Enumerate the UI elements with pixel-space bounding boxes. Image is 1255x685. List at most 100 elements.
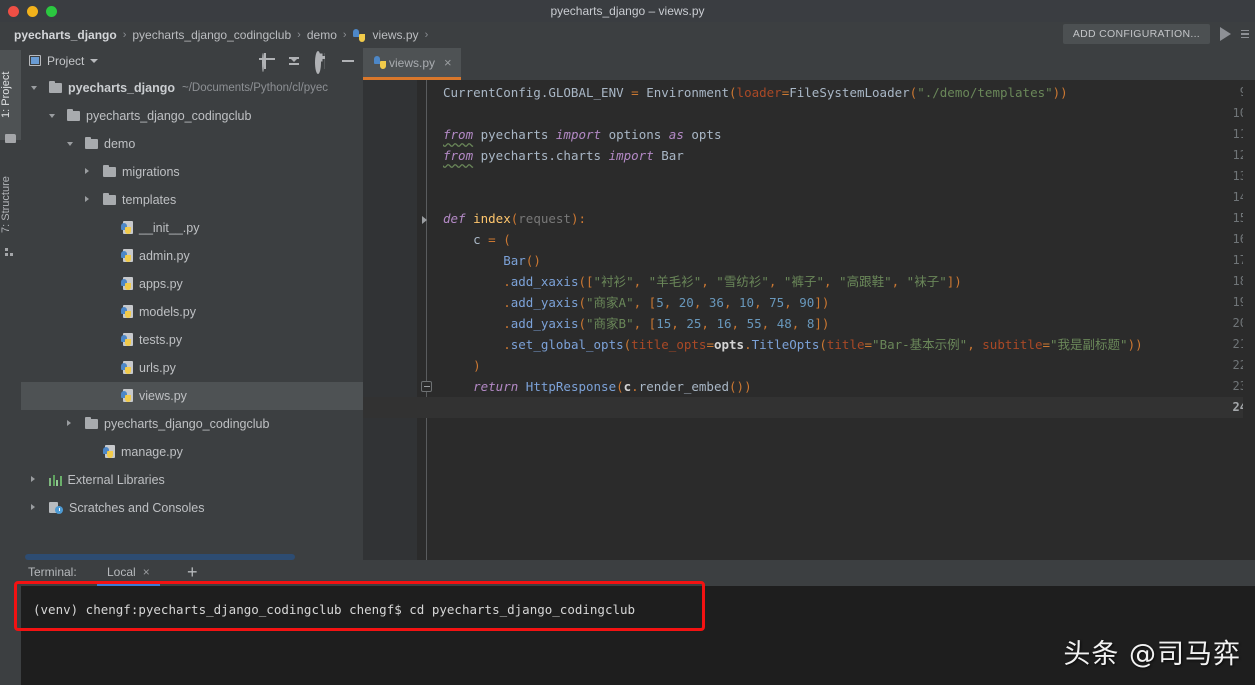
python-file-icon: [121, 249, 134, 263]
chevron-right-icon[interactable]: [31, 476, 35, 482]
project-panel-header: Project: [21, 48, 363, 74]
code-line: from pyecharts.charts import Bar: [443, 148, 684, 163]
line-number: 10: [1232, 106, 1247, 120]
chevron-right-icon: ›: [122, 29, 127, 41]
tree-item-label: pyecharts_django_codingclub: [104, 417, 270, 431]
minimize-icon[interactable]: [341, 54, 355, 68]
tree-item-content: manage.py: [103, 445, 183, 459]
close-icon[interactable]: ×: [143, 565, 150, 579]
tree-item-content: urls.py: [121, 361, 176, 375]
sidebar-item-project[interactable]: 1: Project: [0, 50, 21, 140]
tree-item-path: ~/Documents/Python/cl/pyec: [181, 82, 329, 94]
tree-item[interactable]: pyecharts_django_codingclub: [21, 410, 363, 438]
editor-scrollbar[interactable]: [1243, 80, 1255, 560]
chevron-down-icon[interactable]: [31, 86, 37, 90]
tree-item-label: External Libraries: [67, 473, 165, 487]
folder-icon: [103, 164, 116, 177]
tree-item-label: urls.py: [139, 361, 176, 375]
tree-item[interactable]: demo: [21, 130, 363, 158]
project-panel-tools: [260, 48, 355, 74]
tree-item-content: apps.py: [121, 277, 183, 291]
collapse-all-icon[interactable]: [287, 54, 301, 68]
code-line: return HttpResponse(c.render_embed()): [473, 379, 752, 394]
folder-icon: [103, 192, 116, 205]
run-triangle-icon[interactable]: [1220, 27, 1231, 41]
breadcrumb-item-project[interactable]: pyecharts_django: [14, 28, 117, 42]
code-editor[interactable]: 9 10 11 12 13 14 15 16 17 18 19 20 21 22 23 24 CurrentC…: [363, 80, 1255, 560]
tree-item[interactable]: urls.py: [21, 354, 363, 382]
chevron-right-icon: ›: [342, 29, 347, 41]
tree-item[interactable]: pyecharts_django ~/Documents/Python/cl/py…: [21, 74, 363, 102]
tree-item[interactable]: Scratches and Consoles: [21, 494, 363, 522]
chevron-right-icon[interactable]: [31, 504, 35, 510]
tree-item[interactable]: External Libraries: [21, 466, 363, 494]
project-tool-window: Project pyecharts_django ~/Documents/Pyth…: [21, 48, 364, 560]
window-title: pyecharts_django – views.py: [550, 4, 705, 18]
current-line-highlight: [363, 397, 1255, 418]
locate-icon[interactable]: [260, 53, 274, 72]
breadcrumb-item-file[interactable]: views.py: [373, 28, 419, 42]
chevron-down-icon[interactable]: [67, 142, 73, 146]
tree-item-label: admin.py: [139, 249, 190, 263]
breadcrumb-item-demo[interactable]: demo: [307, 28, 337, 42]
folder-icon: [67, 108, 80, 121]
terminal-command-line: (venv) chengf:pyecharts_django_codingclu…: [33, 602, 636, 617]
editor-area: views.py × 9 10 11 12 13 14 15 16 17 18 19 20 21 22 23…: [363, 48, 1255, 560]
tree-item-label: __init__.py: [139, 221, 200, 235]
navigation-bar: pyecharts_django › pyecharts_django_codi…: [0, 22, 1255, 48]
tree-item[interactable]: pyecharts_django_codingclub: [21, 102, 363, 130]
line-number: 12: [1232, 148, 1247, 162]
tree-item[interactable]: tests.py: [21, 326, 363, 354]
tree-item[interactable]: __init__.py: [21, 214, 363, 242]
code-line: Bar(): [503, 253, 541, 268]
tree-item[interactable]: models.py: [21, 298, 363, 326]
new-terminal-button[interactable]: +: [187, 563, 198, 581]
tree-item[interactable]: migrations: [21, 158, 363, 186]
tree-item[interactable]: apps.py: [21, 270, 363, 298]
chevron-right-icon[interactable]: [85, 196, 89, 202]
folder-icon: [49, 80, 62, 93]
terminal-tab-bar: Terminal: Local × +: [21, 560, 1255, 586]
python-file-icon: [121, 221, 134, 235]
line-number: 18: [1232, 274, 1247, 288]
line-number: 15: [1232, 211, 1247, 225]
tree-item[interactable]: templates: [21, 186, 363, 214]
more-menu-icon[interactable]: [1241, 29, 1249, 39]
tree-item-label: models.py: [139, 305, 196, 319]
project-file-tree[interactable]: pyecharts_django ~/Documents/Python/cl/py…: [21, 74, 363, 560]
code-line: c = (: [443, 232, 511, 247]
terminal-tab-local[interactable]: Local ×: [97, 560, 160, 586]
tree-item-content: models.py: [121, 305, 196, 319]
chevron-down-icon[interactable]: [49, 114, 55, 118]
line-number: 11: [1232, 127, 1247, 141]
tree-item-content: __init__.py: [121, 221, 199, 235]
tree-item[interactable]: manage.py: [21, 438, 363, 466]
tree-item[interactable]: views.py: [21, 382, 363, 410]
code-line: .add_xaxis(["衬衫", "羊毛衫", "雪纺衫", "裤子", "高…: [503, 274, 962, 289]
watermark: 头条 @司马弈: [1063, 639, 1241, 670]
external-libraries-icon: [49, 474, 62, 486]
line-number: 20: [1232, 316, 1247, 330]
code-fold-marker[interactable]: [421, 381, 432, 392]
sidebar-item-structure[interactable]: 7: Structure: [0, 156, 21, 254]
terminal-tab-label: Local: [107, 564, 136, 579]
project-panel-title: Project: [47, 54, 85, 68]
chevron-right-icon[interactable]: [67, 420, 71, 426]
gear-icon[interactable]: [314, 51, 328, 74]
code-line: def index(request):: [443, 211, 587, 226]
tree-item[interactable]: admin.py: [21, 242, 363, 270]
tree-item-label: pyecharts_django: [68, 81, 175, 95]
tree-item-content: templates: [103, 192, 176, 207]
code-fold-marker[interactable]: [421, 213, 432, 224]
tree-item-label: tests.py: [139, 333, 183, 347]
add-configuration-button[interactable]: ADD CONFIGURATION...: [1062, 24, 1210, 44]
code-line: CurrentConfig.GLOBAL_ENV = Environment(l…: [443, 85, 1068, 100]
tab-views-py[interactable]: views.py ×: [363, 48, 461, 80]
code-line: .add_yaxis("商家A", [5, 20, 36, 10, 75, 90…: [503, 295, 830, 310]
close-icon[interactable]: ×: [444, 56, 452, 69]
line-number-gutter: [363, 80, 417, 560]
line-number: 16: [1232, 232, 1247, 246]
chevron-right-icon[interactable]: [85, 168, 89, 174]
breadcrumb-item-module[interactable]: pyecharts_django_codingclub: [132, 28, 291, 42]
chevron-down-icon[interactable]: [90, 59, 99, 63]
